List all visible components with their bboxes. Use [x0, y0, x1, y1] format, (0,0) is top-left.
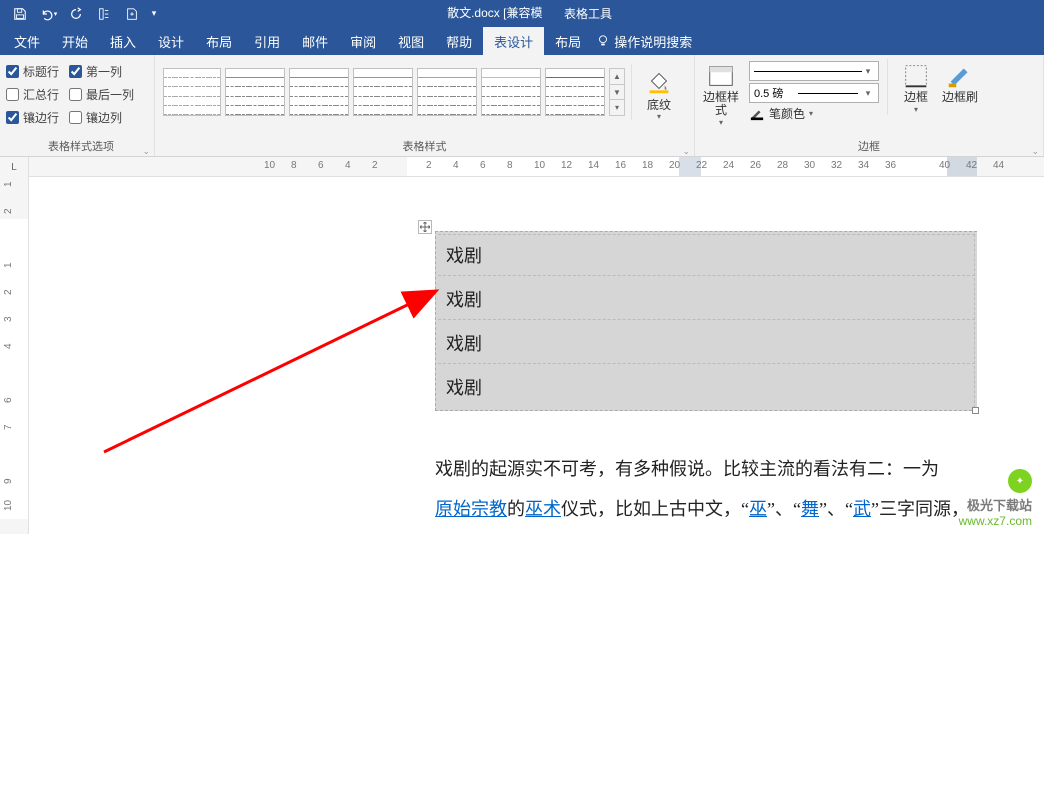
chevron-down-icon: ▾: [719, 116, 723, 129]
table-cell[interactable]: 戏剧: [438, 234, 975, 276]
document-table[interactable]: 戏剧 戏剧 戏剧 戏剧: [435, 231, 977, 411]
group-table-styles: ▲▼▾ 底纹 ▾ 表格样式: [155, 55, 695, 156]
link-wu[interactable]: 巫: [749, 499, 767, 519]
redo-button[interactable]: [62, 0, 90, 27]
tab-help[interactable]: 帮助: [435, 27, 483, 55]
tab-design[interactable]: 设计: [147, 27, 195, 55]
style-thumb-3[interactable]: [289, 68, 349, 116]
chevron-down-icon: ▾: [657, 112, 661, 121]
vertical-ruler[interactable]: 12123467910: [0, 177, 29, 534]
paragraph-2[interactable]: 原始宗教的巫术仪式，比如上古中文，“巫”、“舞”、“武”三字同源，: [435, 489, 995, 529]
tab-layout[interactable]: 布局: [195, 27, 243, 55]
style-gallery[interactable]: ▲▼▾ 底纹 ▾: [161, 59, 680, 125]
chk-first-col[interactable]: 第一列: [69, 63, 122, 80]
style-thumb-2[interactable]: [225, 68, 285, 116]
touch-mode-button[interactable]: [90, 0, 118, 27]
tab-review[interactable]: 审阅: [339, 27, 387, 55]
tab-file[interactable]: 文件: [0, 27, 51, 55]
link-witchcraft[interactable]: 巫术: [525, 499, 561, 519]
brush-icon: [945, 61, 975, 91]
tab-home[interactable]: 开始: [51, 27, 99, 55]
tab-mail[interactable]: 邮件: [291, 27, 339, 55]
pen-icon: [749, 107, 765, 121]
table-cell[interactable]: 戏剧: [438, 278, 975, 320]
line-weight-select[interactable]: 0.5 磅▾: [749, 83, 879, 103]
chevron-down-icon: ▾: [809, 109, 813, 118]
chk-banded-col[interactable]: 镶边列: [69, 109, 122, 126]
group-style-options: 标题行 第一列 汇总行 最后一列 镶边行 镶边列 表格样式选项: [0, 55, 155, 156]
tab-references[interactable]: 引用: [243, 27, 291, 55]
title-bar: ▾ ▾ 散文.docx [兼容模式] - Word 表格工具: [0, 0, 1044, 27]
tab-table-design[interactable]: 表设计: [483, 27, 544, 55]
chevron-down-icon: ▾: [862, 88, 874, 99]
line-style-select[interactable]: ▾: [749, 61, 879, 81]
chk-banded-row[interactable]: 镶边行: [6, 109, 59, 126]
save-button[interactable]: [6, 0, 34, 27]
chk-last-col[interactable]: 最后一列: [69, 86, 134, 103]
borders-icon: [901, 61, 931, 91]
new-doc-button[interactable]: [118, 0, 146, 27]
style-thumb-7[interactable]: [545, 68, 605, 116]
style-thumb-4[interactable]: [353, 68, 413, 116]
table-move-handle[interactable]: [418, 220, 432, 234]
undo-button[interactable]: ▾: [34, 0, 62, 27]
group-title-table-styles: 表格样式: [161, 138, 688, 156]
table-cell[interactable]: 戏剧: [438, 322, 975, 364]
chevron-down-icon: ▾: [862, 66, 874, 77]
gallery-scroll[interactable]: ▲▼▾: [609, 68, 625, 116]
quick-access-toolbar: ▾ ▾: [0, 0, 162, 27]
gallery-up-icon[interactable]: ▲: [610, 69, 624, 85]
move-icon: [420, 222, 430, 232]
ruler-corner[interactable]: L: [0, 157, 29, 177]
gallery-more-icon[interactable]: ▾: [610, 100, 624, 115]
tab-view[interactable]: 视图: [387, 27, 435, 55]
context-tab-label: 表格工具: [542, 0, 634, 27]
link-dance[interactable]: 舞: [801, 499, 819, 519]
table-resize-handle[interactable]: [972, 407, 979, 414]
group-borders: 边框样式 ▾ ▾ 0.5 磅▾ 笔颜色 ▾ 边框 ▾ 边框刷: [695, 55, 1044, 156]
chk-total-row[interactable]: 汇总行: [6, 86, 59, 103]
tab-insert[interactable]: 插入: [99, 27, 147, 55]
pen-color-button[interactable]: 笔颜色 ▾: [749, 105, 879, 122]
table-cell[interactable]: 戏剧: [438, 366, 975, 408]
style-thumb-5[interactable]: [417, 68, 477, 116]
paragraph-1[interactable]: 戏剧的起源实不可考，有多种假说。比较主流的看法有二：一为: [435, 449, 995, 489]
bucket-icon: [644, 66, 674, 96]
gallery-down-icon[interactable]: ▼: [610, 85, 624, 101]
borders-button[interactable]: 边框 ▾: [896, 59, 936, 116]
group-title-style-options: 表格样式选项: [6, 138, 148, 156]
style-thumb-1[interactable]: [163, 68, 221, 116]
link-religion[interactable]: 原始宗教: [435, 499, 507, 519]
ribbon: 标题行 第一列 汇总行 最后一列 镶边行 镶边列 表格样式选项: [0, 55, 1044, 157]
border-brush-button[interactable]: 边框刷: [940, 59, 980, 104]
lightbulb-icon: [596, 34, 610, 48]
tab-table-layout[interactable]: 布局: [544, 27, 592, 55]
border-style-icon: [706, 61, 736, 91]
qat-customize-button[interactable]: ▾: [146, 0, 162, 27]
tell-me-search[interactable]: 操作说明搜索: [592, 27, 703, 55]
shading-button[interactable]: 底纹 ▾: [638, 64, 680, 121]
group-title-borders: 边框: [701, 138, 1037, 156]
ruler-bar: L 10864224681012141618202224262830323436…: [0, 157, 1044, 177]
ribbon-tabs: 文件 开始 插入 设计 布局 引用 邮件 审阅 视图 帮助 表设计 布局 操作说…: [0, 27, 1044, 55]
border-styles-button[interactable]: 边框样式 ▾: [701, 59, 741, 129]
document-area: 12123467910 戏剧 戏剧 戏剧 戏剧 戏剧的起源实不可考，有多种假说。…: [0, 177, 1044, 534]
style-thumb-6[interactable]: [481, 68, 541, 116]
shading-label: 底纹: [647, 96, 671, 113]
chk-header-row[interactable]: 标题行: [6, 63, 59, 80]
horizontal-ruler[interactable]: 1086422468101214161820222426283032343640…: [29, 157, 1044, 176]
link-martial[interactable]: 武: [853, 499, 871, 519]
page[interactable]: 戏剧 戏剧 戏剧 戏剧 戏剧的起源实不可考，有多种假说。比较主流的看法有二：一为…: [29, 177, 1044, 534]
chevron-down-icon: ▾: [914, 103, 918, 116]
tell-me-label: 操作说明搜索: [614, 32, 692, 51]
